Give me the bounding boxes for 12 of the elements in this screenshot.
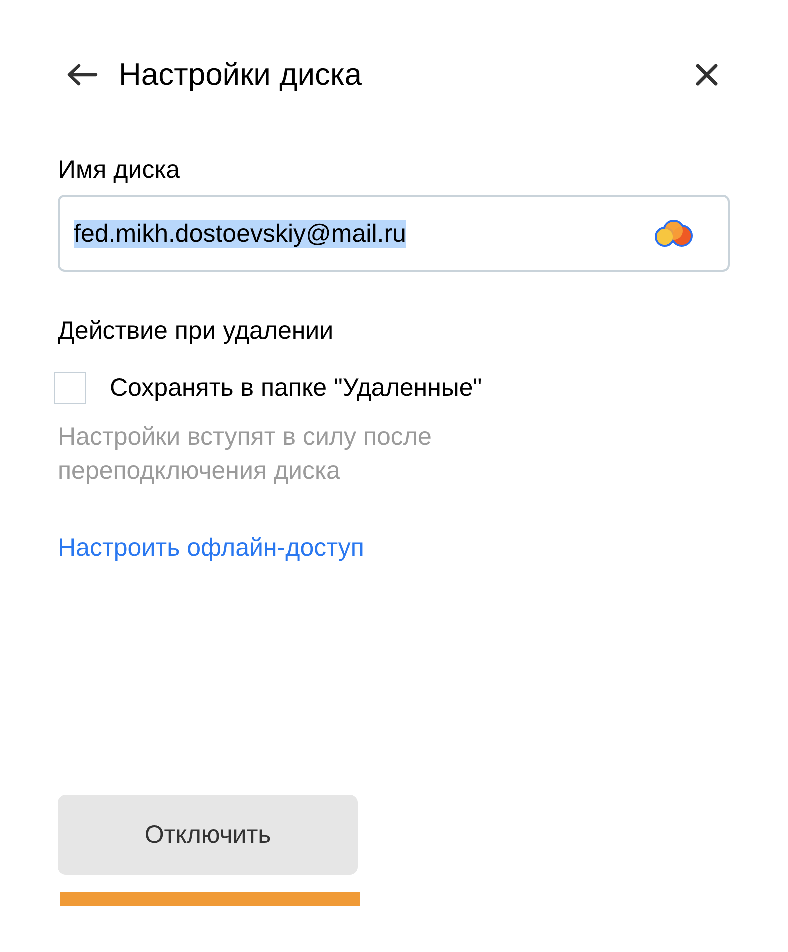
field-label: Имя диска <box>58 155 180 186</box>
disk-name-field[interactable]: fed.mikh.dostoevskiy@mail.ru <box>58 195 730 272</box>
close-icon[interactable] <box>696 64 718 86</box>
dialog-title: Настройки диска <box>119 56 362 94</box>
section-title: Действие при удалении <box>58 316 334 347</box>
back-arrow-icon[interactable] <box>66 64 98 86</box>
checkbox-label: Сохранять в папке "Удаленные" <box>110 373 482 404</box>
disconnect-button[interactable]: Отключить <box>58 795 358 875</box>
cloud-icon <box>654 218 694 248</box>
checkbox[interactable] <box>54 372 86 404</box>
offline-access-link[interactable]: Настроить офлайн-доступ <box>58 532 364 564</box>
hint-text: Настройки вступят в силу после переподключения диска <box>58 422 433 487</box>
